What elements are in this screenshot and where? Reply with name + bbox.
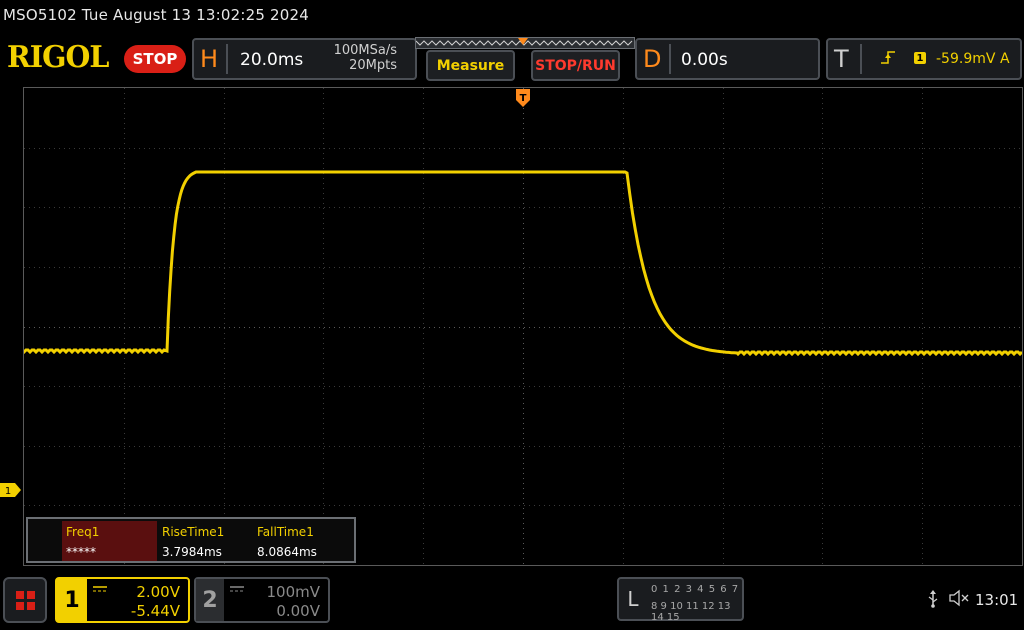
- trigger-time-marker-icon: T: [516, 89, 530, 107]
- measurement-label: RiseTime1: [162, 525, 225, 539]
- ch1-offset: -5.44V: [130, 602, 180, 620]
- logic-analyzer-letter: L: [627, 587, 639, 611]
- app-menu-button[interactable]: [3, 577, 47, 623]
- ch1-scale: 2.00V: [136, 583, 180, 601]
- dc-coupling-icon: [93, 585, 107, 596]
- horizontal-panel[interactable]: H 20.0ms 100MSa/s 20Mpts: [192, 38, 417, 80]
- ch1-ground-marker[interactable]: 1: [0, 482, 22, 498]
- measurement-value: 8.0864ms: [257, 545, 317, 559]
- ch2-offset: 0.00V: [276, 602, 320, 620]
- rising-edge-icon: [880, 48, 896, 72]
- delay-letter: D: [643, 45, 662, 73]
- trigger-mode: A: [1000, 51, 1010, 67]
- usb-icon: [926, 590, 940, 612]
- logic-channels-low: 0 1 2 3 4 5 6 7: [651, 584, 740, 595]
- memory-depth: 20Mpts: [349, 58, 397, 73]
- measurement-label: Freq1: [66, 525, 100, 539]
- measurement-label: FallTime1: [257, 525, 314, 539]
- trigger-panel[interactable]: T 1 -59.9mV A: [826, 38, 1022, 80]
- logic-analyzer-settings[interactable]: L 0 1 2 3 4 5 6 7 8 9 10 11 12 13 14 15: [617, 577, 744, 623]
- ch1-settings[interactable]: 1 2.00V -5.44V: [55, 577, 190, 623]
- ch2-number: 2: [196, 579, 224, 621]
- measurement-value: *****: [66, 545, 96, 559]
- ch1-number: 1: [57, 579, 87, 621]
- measure-button[interactable]: Measure: [426, 50, 515, 81]
- ch1-trace: [24, 170, 1022, 357]
- delay-panel[interactable]: D 0.00s: [635, 38, 820, 80]
- sample-rate: 100MSa/s: [333, 43, 397, 58]
- timebase-value: 20.0ms: [240, 50, 304, 70]
- svg-text:T: T: [520, 93, 527, 104]
- divider: [860, 44, 862, 74]
- acquisition-info: 100MSa/s 20Mpts: [334, 43, 397, 73]
- ch2-settings[interactable]: 2 100mV 0.00V: [194, 577, 330, 623]
- waveform-display[interactable]: [23, 87, 1023, 566]
- trigger-source-badge: 1: [914, 52, 926, 64]
- measurement-freq[interactable]: Freq1 *****: [62, 521, 157, 561]
- grid-menu-icon: [15, 590, 35, 610]
- ch2-scale: 100mV: [266, 583, 320, 601]
- measurement-falltime[interactable]: FallTime1 8.0864ms: [253, 521, 348, 561]
- delay-value: 0.00s: [681, 50, 728, 70]
- trigger-position-marker: [518, 38, 528, 45]
- speaker-muted-icon[interactable]: [949, 589, 971, 611]
- measurement-risetime[interactable]: RiseTime1 3.7984ms: [158, 521, 253, 561]
- divider: [669, 44, 671, 74]
- measurement-value: 3.7984ms: [162, 545, 222, 559]
- trigger-letter: T: [834, 45, 849, 73]
- run-state-badge[interactable]: STOP: [124, 45, 186, 73]
- rigol-logo: RIGOL: [7, 40, 109, 75]
- ch1-waveform: [24, 170, 1022, 357]
- dc-coupling-icon: [230, 585, 244, 596]
- horizontal-letter: H: [200, 45, 219, 73]
- measurement-panel[interactable]: Freq1 ***** RiseTime1 3.7984ms FallTime1…: [26, 517, 356, 563]
- divider: [226, 44, 228, 74]
- logic-channels-high: 8 9 10 11 12 13 14 15: [651, 601, 731, 623]
- stop-run-button[interactable]: STOP/RUN: [531, 50, 620, 81]
- trigger-level: -59.9mV: [936, 51, 996, 67]
- model-datetime: MSO5102 Tue August 13 13:02:25 2024: [3, 6, 310, 24]
- clock: 13:01: [975, 591, 1019, 609]
- ch1-ground-label: 1: [5, 486, 11, 497]
